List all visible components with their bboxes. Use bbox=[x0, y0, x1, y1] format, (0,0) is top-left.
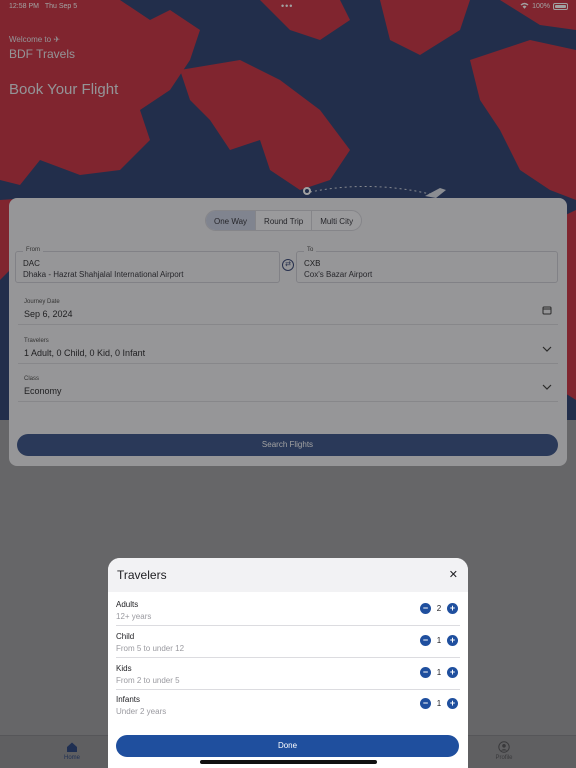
kids-count: 1 bbox=[436, 668, 442, 677]
traveler-row-adults: Adults 12+ years − 2 + bbox=[116, 594, 460, 626]
traveler-type: Child bbox=[116, 632, 135, 641]
child-count: 1 bbox=[436, 636, 442, 645]
minus-icon[interactable]: − bbox=[420, 603, 431, 614]
plus-icon[interactable]: + bbox=[447, 698, 458, 709]
adults-count: 2 bbox=[436, 604, 442, 613]
traveler-row-child: Child From 5 to under 12 − 1 + bbox=[116, 626, 460, 658]
traveler-type: Infants bbox=[116, 695, 141, 704]
plus-icon[interactable]: + bbox=[447, 635, 458, 646]
travelers-modal: Travelers ✕ Adults 12+ years − 2 + Child… bbox=[108, 558, 468, 768]
modal-title: Travelers bbox=[117, 568, 167, 582]
done-button[interactable]: Done bbox=[116, 735, 459, 757]
traveler-age: Under 2 years bbox=[116, 707, 167, 716]
modal-header: Travelers ✕ bbox=[108, 558, 468, 592]
traveler-age: From 5 to under 12 bbox=[116, 644, 185, 653]
minus-icon[interactable]: − bbox=[420, 635, 431, 646]
infants-stepper: − 1 + bbox=[420, 698, 458, 709]
traveler-age: From 2 to under 5 bbox=[116, 676, 180, 685]
kids-stepper: − 1 + bbox=[420, 667, 458, 678]
traveler-row-infants: Infants Under 2 years − 1 + bbox=[116, 689, 460, 721]
adults-stepper: − 2 + bbox=[420, 603, 458, 614]
traveler-row-kids: Kids From 2 to under 5 − 1 + bbox=[116, 658, 460, 690]
plus-icon[interactable]: + bbox=[447, 667, 458, 678]
child-stepper: − 1 + bbox=[420, 635, 458, 646]
minus-icon[interactable]: − bbox=[420, 698, 431, 709]
traveler-age: 12+ years bbox=[116, 612, 152, 621]
home-indicator[interactable] bbox=[200, 760, 377, 764]
plus-icon[interactable]: + bbox=[447, 603, 458, 614]
minus-icon[interactable]: − bbox=[420, 667, 431, 678]
traveler-type: Kids bbox=[116, 664, 132, 673]
close-icon[interactable]: ✕ bbox=[449, 568, 458, 581]
traveler-type: Adults bbox=[116, 600, 139, 609]
infants-count: 1 bbox=[436, 699, 442, 708]
